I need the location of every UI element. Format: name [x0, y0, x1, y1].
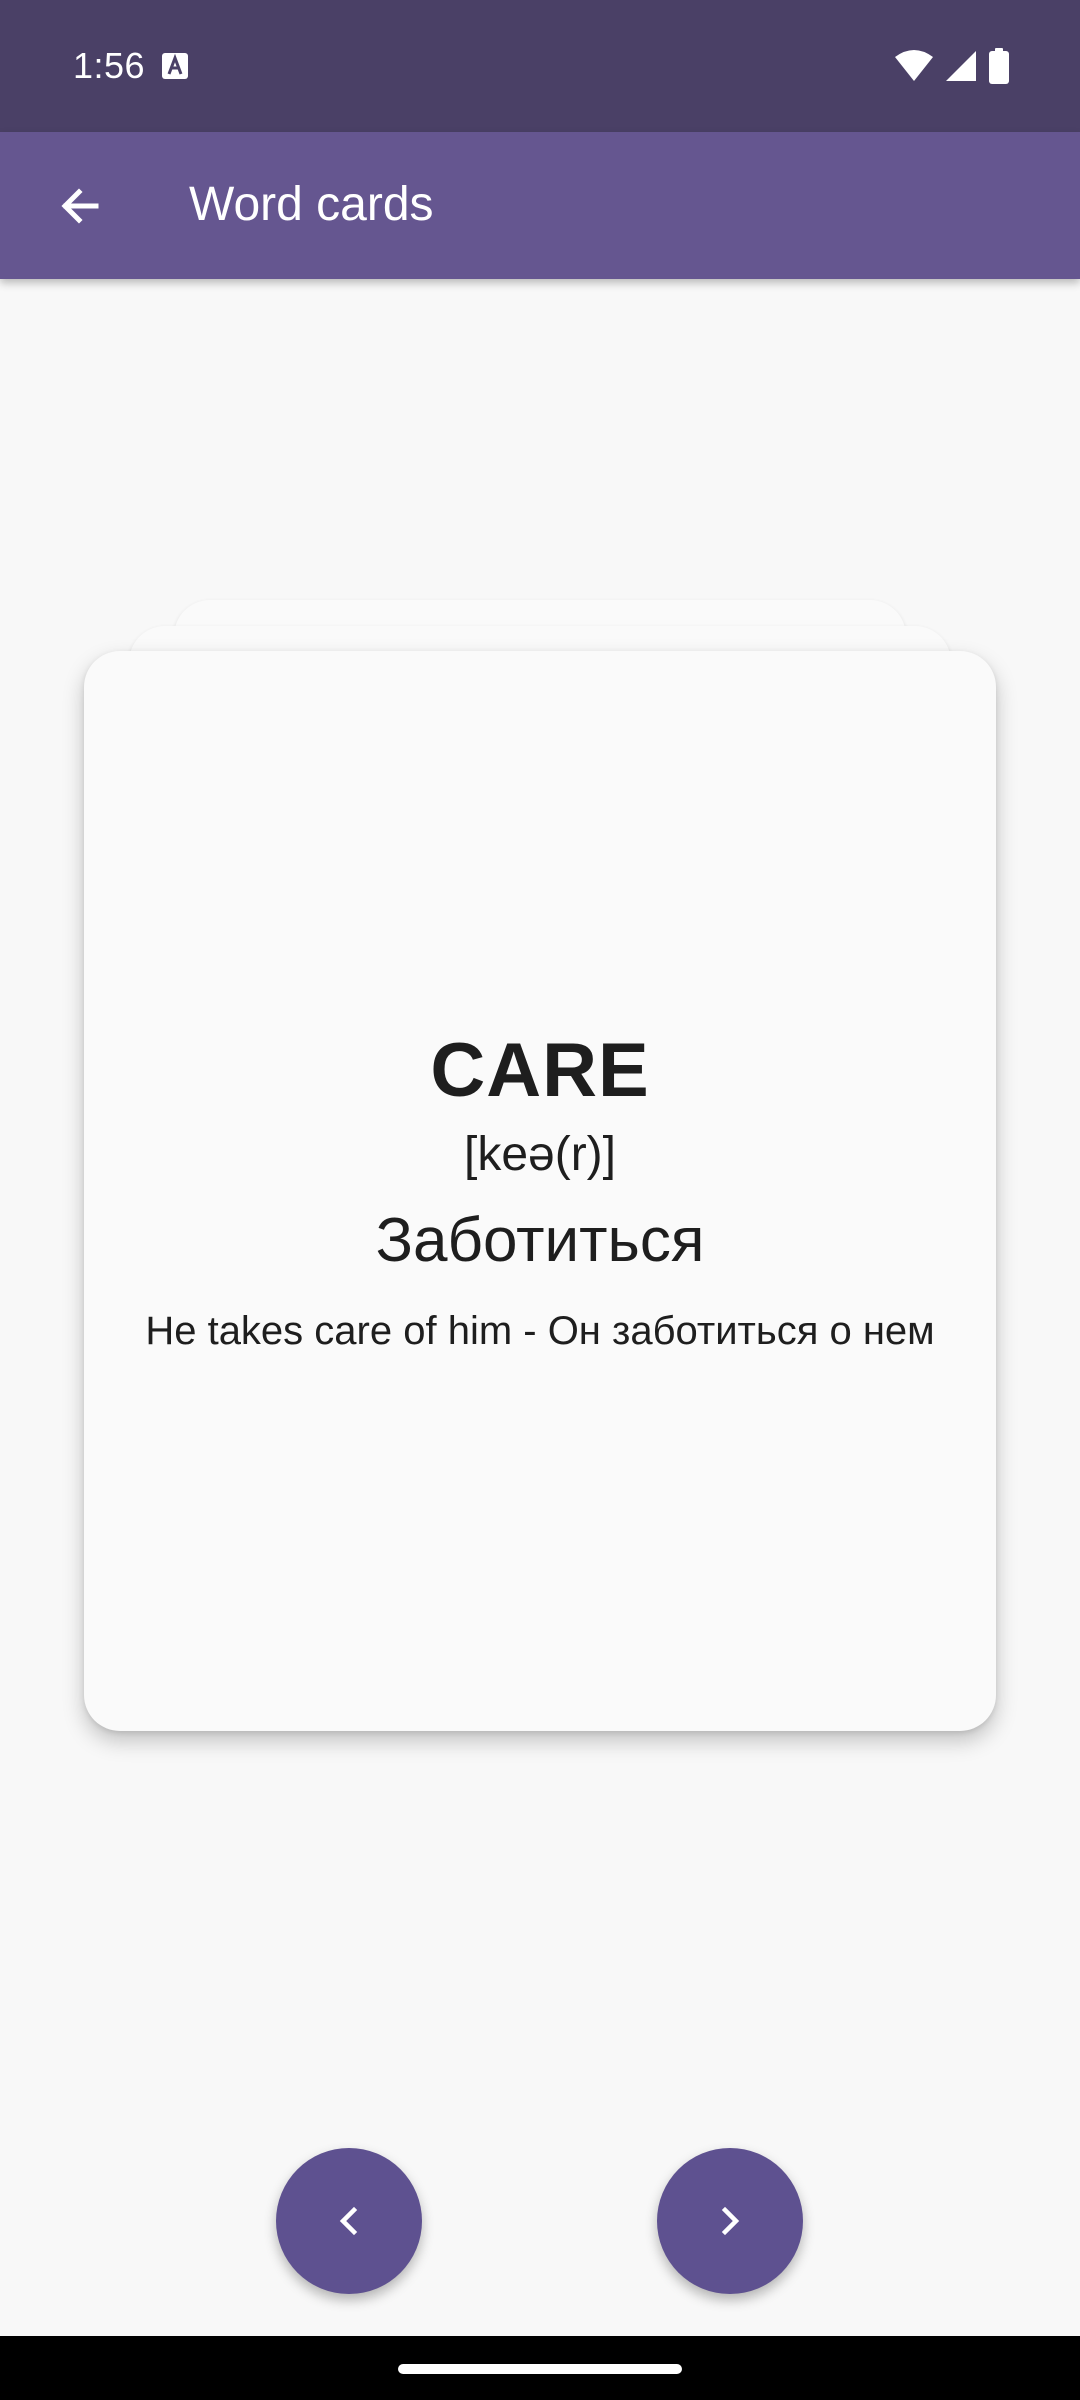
card-stack: CARE [keə(r)] Заботиться He takes care o… — [0, 0, 1080, 2400]
chevron-left-icon — [339, 2206, 358, 2236]
card-content: CARE [keə(r)] Заботиться He takes care o… — [84, 1021, 996, 1359]
card-example: He takes care of him - Он заботиться о н… — [145, 1309, 935, 1353]
wifi-icon — [895, 50, 933, 81]
status-bar: 1:56 — [0, 0, 1080, 132]
word-card[interactable]: CARE [keə(r)] Заботиться He takes care o… — [84, 651, 996, 1731]
arrow-back-icon — [61, 188, 99, 224]
status-time: 1:56 — [73, 45, 146, 86]
gesture-navigation-bar — [0, 2336, 1080, 2400]
next-card-button[interactable] — [657, 2148, 803, 2294]
previous-card-button[interactable] — [276, 2148, 422, 2294]
page-title: Word cards — [189, 178, 434, 231]
app-bar: Word cards — [0, 132, 1080, 279]
cellular-signal-icon — [946, 51, 976, 81]
card-word: CARE — [430, 1028, 650, 1113]
back-button[interactable] — [28, 154, 132, 258]
status-icons — [894, 48, 1010, 84]
card-transcription: [keə(r)] — [463, 1128, 616, 1181]
card-translation: Заботиться — [375, 1206, 705, 1275]
battery-icon — [989, 48, 1009, 84]
text-notification-icon — [162, 53, 188, 79]
gesture-handle[interactable] — [398, 2364, 682, 2374]
chevron-right-icon — [721, 2206, 740, 2236]
